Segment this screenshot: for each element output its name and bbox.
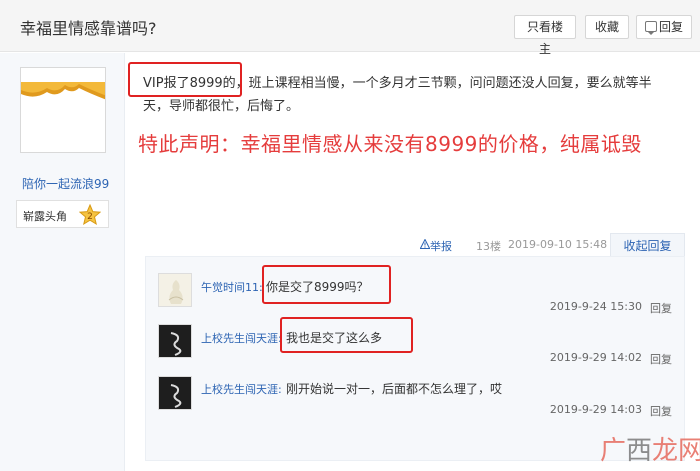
comment-author[interactable]: 午觉时间11: xyxy=(201,279,263,295)
avatar-image xyxy=(159,325,191,357)
comment-avatar[interactable] xyxy=(158,376,192,410)
comment-time: 2019-9-29 14:02 xyxy=(549,351,642,364)
reply-button-label: 回复 xyxy=(659,20,684,34)
reply-button[interactable]: 回复 xyxy=(636,15,692,39)
level-badge: 崭露头角 2 xyxy=(16,200,109,228)
level-number: 2 xyxy=(87,212,93,222)
comment-item: 午觉时间11: 你是交了8999吗？ 2019-9-24 15:30 回复 xyxy=(146,265,686,325)
collapse-replies-button[interactable]: 收起回复 xyxy=(610,233,685,257)
comment-avatar[interactable] xyxy=(158,324,192,358)
comment-time: 2019-9-24 15:30 xyxy=(549,300,642,313)
post-date: 2019-09-10 15:48 xyxy=(508,238,608,251)
comment-item: 上校先生闯天涯: 我也是交了这么多 2019-9-29 14:02 回复 xyxy=(146,318,686,378)
highlight-box-comment-1 xyxy=(262,265,391,304)
watermark-left: 广 xyxy=(600,436,627,466)
author-avatar[interactable] xyxy=(20,67,106,153)
author-name[interactable]: 陪你一起流浪99 xyxy=(22,175,109,192)
comment-reply-link[interactable]: 回复 xyxy=(650,300,672,316)
disclaimer-notice: 特此声明：幸福里情感从来没有8999的价格，纯属诋毁 xyxy=(138,132,642,156)
comment-reply-link[interactable]: 回复 xyxy=(650,403,672,419)
thread-header: 幸福里情感靠谱吗? 只看楼主 收藏 回复 xyxy=(0,0,700,56)
post-text-line1: ，班上课程相当慢，一个多月才三节颗，问问题还没人回复，要么就等半 xyxy=(235,76,652,91)
comment-time: 2019-9-29 14:03 xyxy=(549,403,642,416)
report-link[interactable]: 举报 xyxy=(430,238,452,254)
highlight-box-comment-2 xyxy=(280,317,413,353)
comment-item: 上校先生闯天涯: 刚开始说一对一，后面都不怎么理了，哎 2019-9-29 14… xyxy=(146,371,686,431)
reply-icon xyxy=(645,21,657,35)
author-panel: 陪你一起流浪99 崭露头角 2 xyxy=(0,53,125,471)
site-watermark: 广西龙网 xyxy=(600,430,700,467)
comment-reply-link[interactable]: 回复 xyxy=(650,351,672,367)
avatar-image xyxy=(159,274,191,306)
watermark-mid: 西 xyxy=(626,436,653,466)
level-label: 崭露头角 xyxy=(23,210,67,223)
highlight-box-vip xyxy=(128,62,242,97)
only-op-button[interactable]: 只看楼主 xyxy=(514,15,576,56)
collect-button[interactable]: 收藏 xyxy=(585,15,629,39)
comment-author[interactable]: 上校先生闯天涯: xyxy=(201,381,282,397)
floor-number: 13楼 xyxy=(476,240,501,253)
comment-author[interactable]: 上校先生闯天涯: xyxy=(201,330,282,346)
post-text-line2: 天，导师都很忙，后悔了。 xyxy=(143,99,300,114)
watermark-right: 龙网 xyxy=(652,436,700,466)
comment-avatar[interactable] xyxy=(158,273,192,307)
level-star-icon: 2 xyxy=(79,204,101,226)
comment-text: 刚开始说一对一，后面都不怎么理了，哎 xyxy=(286,382,503,396)
warning-icon xyxy=(420,239,430,249)
avatar-image xyxy=(159,377,191,409)
thread-title: 幸福里情感靠谱吗? xyxy=(20,19,157,38)
avatar-image xyxy=(21,68,105,152)
